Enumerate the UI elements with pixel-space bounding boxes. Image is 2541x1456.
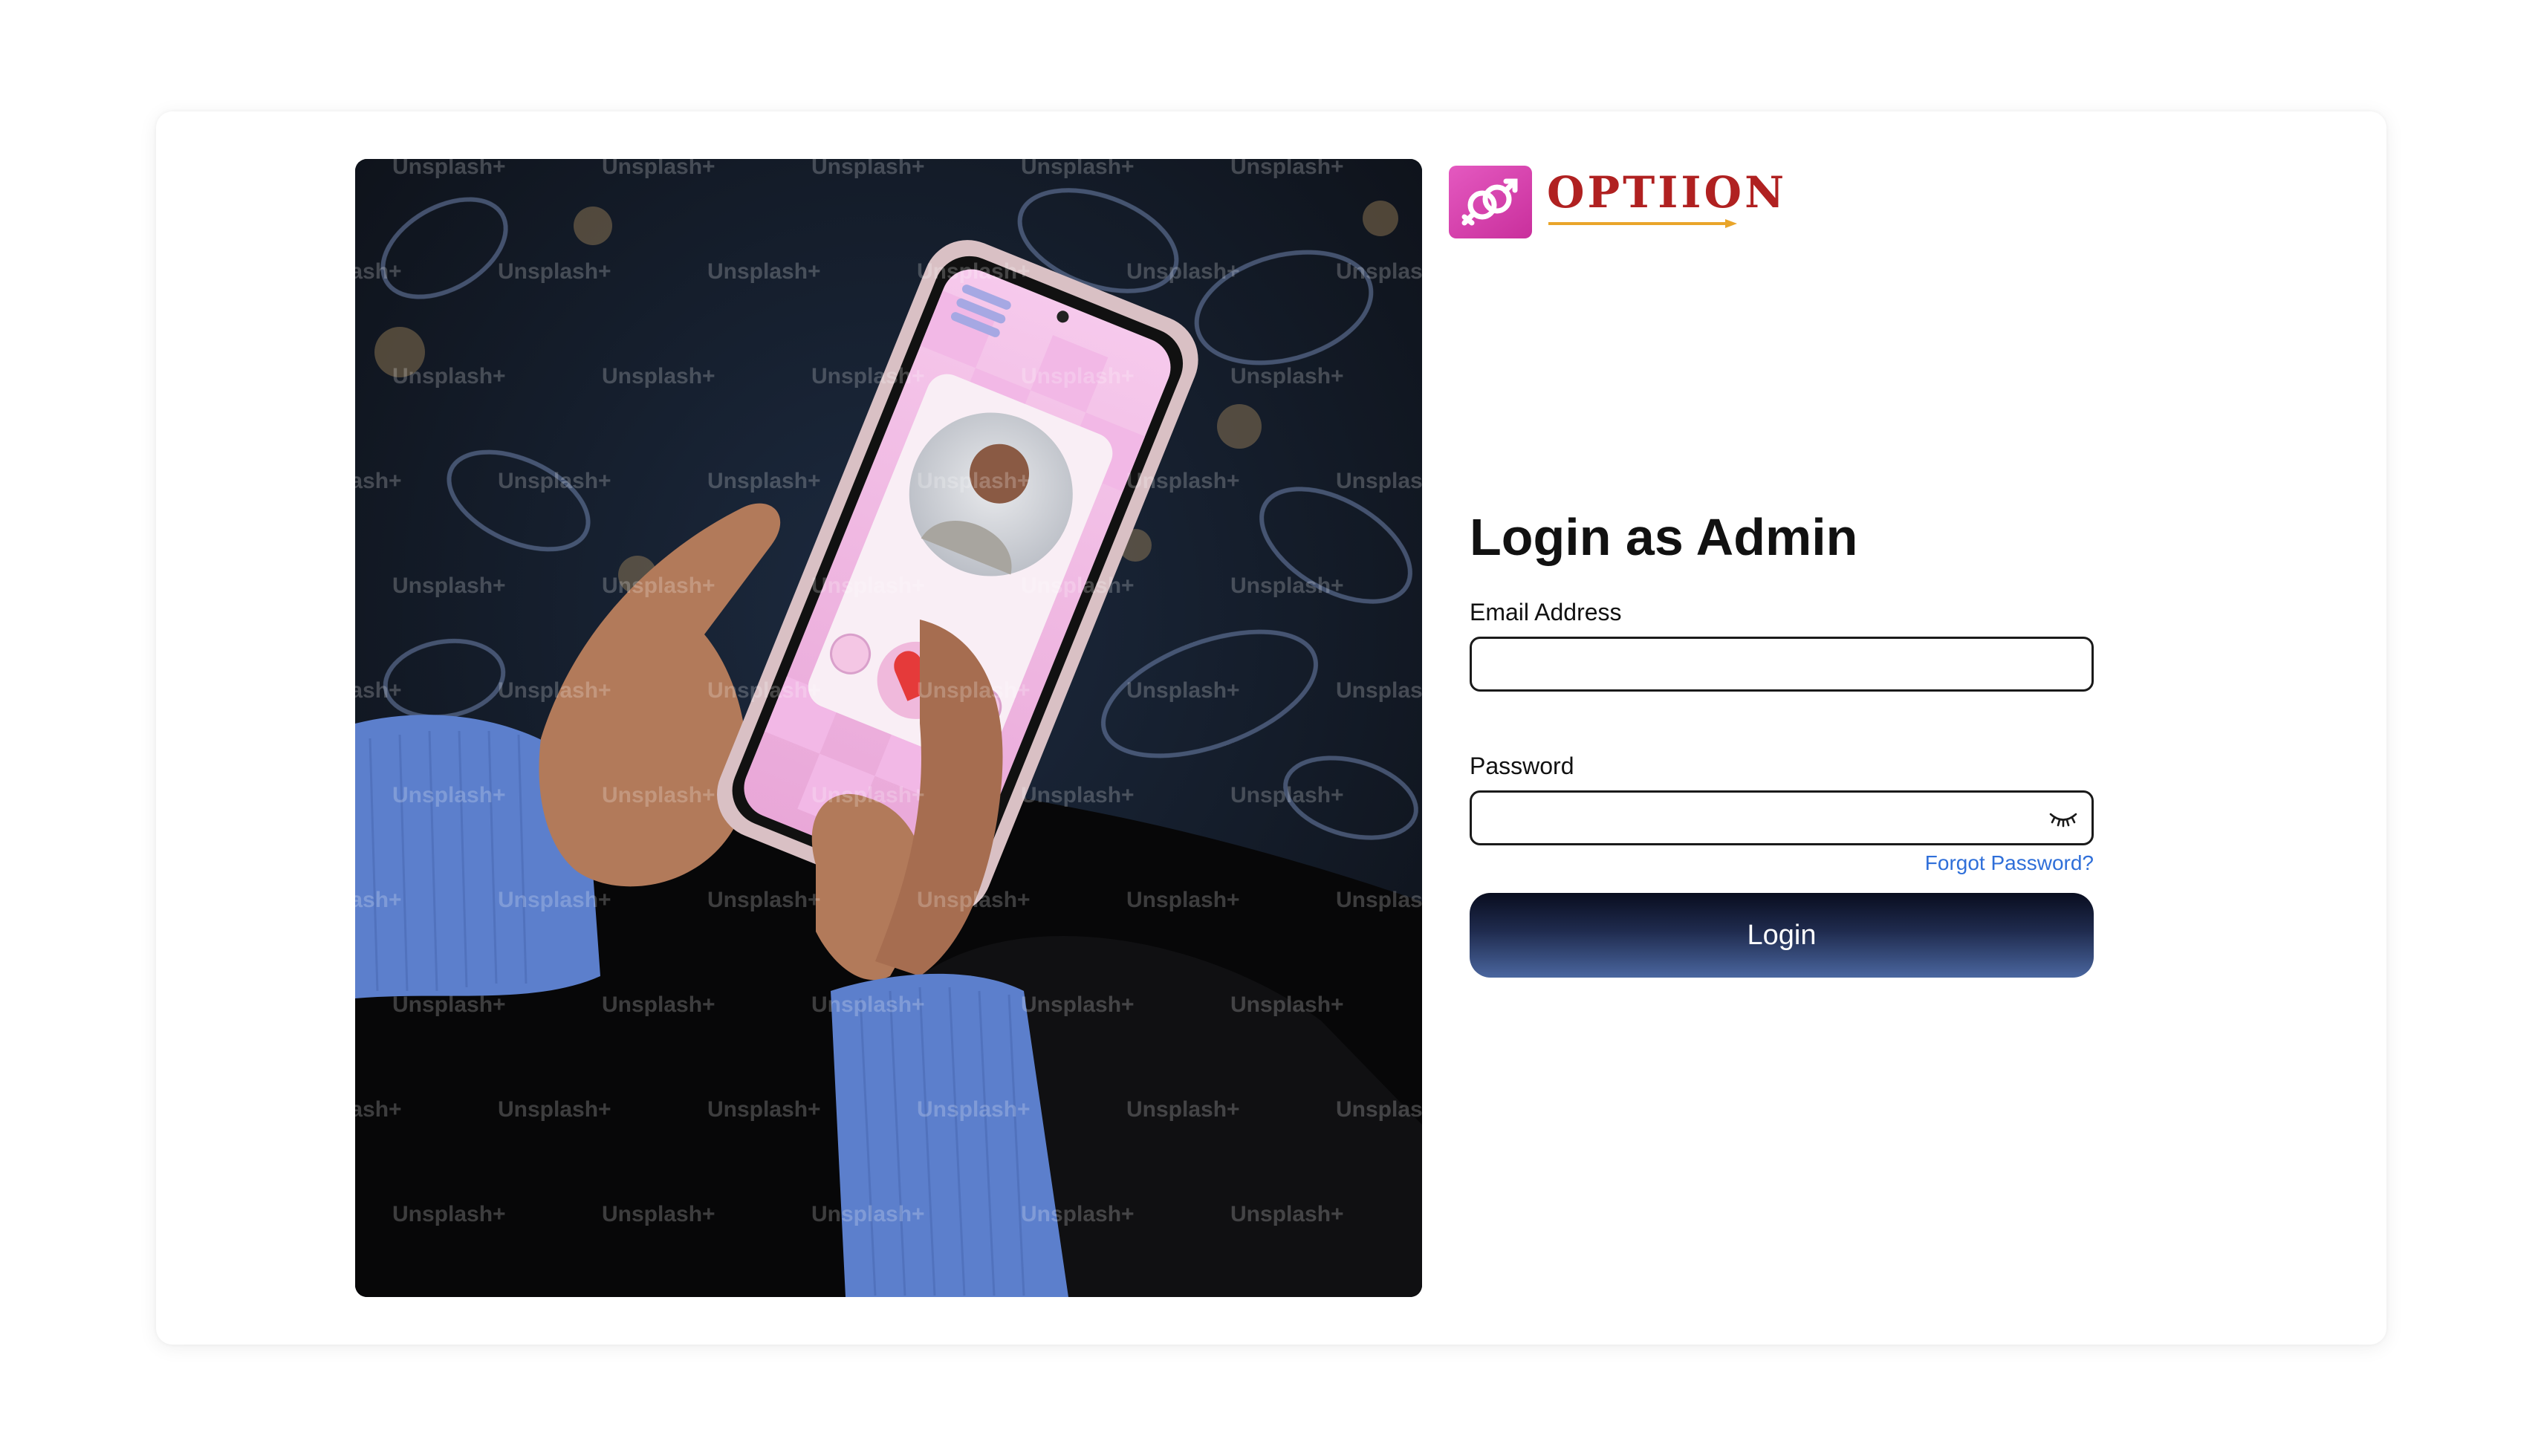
watermark-text: Unsplash+ (392, 573, 506, 598)
watermark-text: Unsplash+ (811, 364, 925, 389)
watermark-text: Unsplash+ (1336, 259, 1422, 284)
watermark-text: Unsplash+ (707, 259, 821, 284)
watermark-text: Unsplash+ (392, 159, 506, 179)
watermark-text: Unsplash+ (602, 1202, 715, 1226)
watermark-text: Unsplash+ (811, 992, 925, 1017)
watermark-text: Unsplash+ (1230, 992, 1344, 1017)
watermark-text: Unsplash+ (1126, 259, 1240, 284)
brand-logo: OPTIION (1449, 165, 1787, 239)
watermark-text: Unsplash+ (811, 783, 925, 807)
hero-image: Unsplash+ Unsplash+ Unsplash+ Unsplash+ Unsp… (355, 159, 1422, 1297)
watermark-text: Unsplash+ (498, 259, 611, 284)
watermark-text: Unsplash+ (355, 888, 402, 912)
password-field-wrapper (1470, 790, 2094, 845)
watermark-text: Unsplash+ (1021, 992, 1135, 1017)
eye-closed-icon[interactable] (2048, 807, 2078, 828)
watermark-text: Unsplash+ (1126, 1097, 1240, 1122)
watermark-text: Unsplash+ (1021, 783, 1135, 807)
watermark-text: Unsplash+ (707, 888, 821, 912)
watermark-text: Unsplash+ (355, 1097, 402, 1122)
watermark-text: Unsplash+ (917, 259, 1031, 284)
watermark-text: Unsplash+ (1336, 888, 1422, 912)
forgot-password-link[interactable]: Forgot Password? (1470, 851, 2094, 875)
watermark-text: Unsplash+ (917, 678, 1031, 703)
password-label: Password (1470, 753, 1574, 779)
watermark-text: Unsplash+ (917, 888, 1031, 912)
watermark-text: Unsplash+ (1230, 364, 1344, 389)
watermark-text: Unsplash+ (392, 783, 506, 807)
watermark-text: Unsplash+ (1126, 469, 1240, 493)
watermark-text: Unsplash+ (1230, 1202, 1344, 1226)
watermark-text: Unsplash+ (1336, 678, 1422, 703)
watermark-text: Unsplash+ (392, 364, 506, 389)
brand-arrow (1548, 219, 1737, 228)
watermark-text: Unsplash+ (1021, 364, 1135, 389)
watermark-text: Unsplash+ (811, 159, 925, 179)
watermark-text: Unsplash+ (1126, 888, 1240, 912)
login-button[interactable]: Login (1470, 893, 2094, 978)
watermark-text: Unsplash+ (1021, 159, 1135, 179)
email-label: Email Address (1470, 599, 1622, 625)
watermark-text: Unsplash+ (355, 259, 402, 284)
login-form: Login as Admin Email Address Password Fo… (1470, 509, 2094, 978)
watermark-text: Unsplash+ (498, 678, 611, 703)
watermark-text: Unsplash+ (602, 159, 715, 179)
watermark-text: Unsplash+ (1230, 573, 1344, 598)
watermark-text: Unsplash+ (1126, 678, 1240, 703)
login-card: Unsplash+ Unsplash+ Unsplash+ Unsplash+ Unsp… (156, 111, 2386, 1345)
watermark-text: Unsplash+ (355, 678, 402, 703)
watermark-text: Unsplash+ (392, 1202, 506, 1226)
watermark-text: Unsplash+ (811, 1202, 925, 1226)
page-title: Login as Admin (1470, 508, 1858, 566)
watermark-text: Unsplash+ (602, 364, 715, 389)
watermark-text: Unsplash+ (707, 469, 821, 493)
email-field[interactable] (1472, 639, 2091, 689)
watermark-text: Unsplash+ (917, 469, 1031, 493)
watermark-text: Unsplash+ (1336, 1097, 1422, 1122)
watermark-text: Unsplash+ (707, 678, 821, 703)
watermark-text: Unsplash+ (1021, 1202, 1135, 1226)
watermark-text: Unsplash+ (1336, 469, 1422, 493)
password-field[interactable] (1472, 793, 2091, 843)
watermark-text: Unsplash+ (602, 783, 715, 807)
brand-name: OPTIION (1547, 167, 1788, 218)
watermark-text: Unsplash+ (1230, 783, 1344, 807)
watermark-text: Unsplash+ (355, 469, 402, 493)
email-field-wrapper (1470, 637, 2094, 692)
watermark-text: Unsplash+ (1230, 159, 1344, 179)
watermark-text: Unsplash+ (392, 992, 506, 1017)
watermark-text: Unsplash+ (707, 1097, 821, 1122)
watermark-text: Unsplash+ (917, 1097, 1031, 1122)
gender-symbols-icon (1449, 166, 1532, 238)
watermark-text: Unsplash+ (498, 1097, 611, 1122)
watermark-text: Unsplash+ (1021, 573, 1135, 598)
watermark-text: Unsplash+ (498, 469, 611, 493)
watermark-text: Unsplash+ (498, 888, 611, 912)
watermark-text: Unsplash+ (602, 992, 715, 1017)
watermark-text: Unsplash+ (811, 573, 925, 598)
watermark-text: Unsplash+ (602, 573, 715, 598)
